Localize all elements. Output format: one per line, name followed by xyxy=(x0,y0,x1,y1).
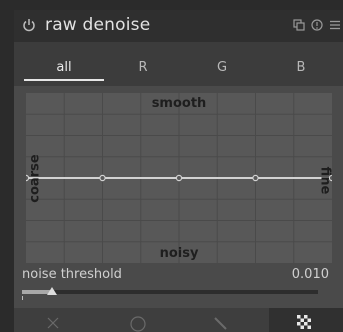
noise-threshold-label: noise threshold xyxy=(22,267,122,282)
curve-node[interactable] xyxy=(99,174,106,182)
power-icon[interactable] xyxy=(22,18,36,32)
noise-threshold-slider[interactable] xyxy=(22,290,318,294)
coarse-label: coarse xyxy=(27,154,43,203)
graph-canvas[interactable] xyxy=(26,93,332,263)
pencil-icon[interactable] xyxy=(211,312,231,332)
copy-icon[interactable] xyxy=(293,19,305,31)
tab-all[interactable]: all xyxy=(24,60,104,75)
module-header: raw denoise xyxy=(14,10,343,42)
curve-node[interactable] xyxy=(252,174,259,182)
channel-tabs: all R G B xyxy=(14,42,343,86)
slider-handle[interactable] xyxy=(46,287,57,295)
active-tab-underline xyxy=(24,79,104,81)
raw-denoise-module: raw denoise all R G B smooth noisy coars… xyxy=(14,10,343,332)
smooth-label: smooth xyxy=(151,96,207,111)
tab-r[interactable]: R xyxy=(103,60,183,75)
checker-button[interactable] xyxy=(269,308,343,332)
fine-label: fine xyxy=(317,166,333,195)
tab-b[interactable]: B xyxy=(261,60,341,75)
presets-icon[interactable] xyxy=(329,19,341,31)
module-title: raw denoise xyxy=(45,15,151,35)
noise-threshold-value[interactable]: 0.010 xyxy=(292,267,329,282)
bottom-toolbar xyxy=(14,308,343,332)
slider-tick xyxy=(22,296,23,300)
denoise-curve-graph[interactable]: smooth noisy coarse fine xyxy=(26,93,333,263)
reset-icon[interactable] xyxy=(311,19,323,31)
checker-icon xyxy=(297,315,311,329)
curve-node[interactable] xyxy=(175,174,183,182)
tab-g[interactable]: G xyxy=(182,60,262,75)
circle-icon[interactable] xyxy=(128,312,148,332)
noisy-label: noisy xyxy=(159,246,199,261)
graph-area: smooth noisy coarse fine xyxy=(14,86,343,272)
cross-icon[interactable] xyxy=(44,312,64,332)
